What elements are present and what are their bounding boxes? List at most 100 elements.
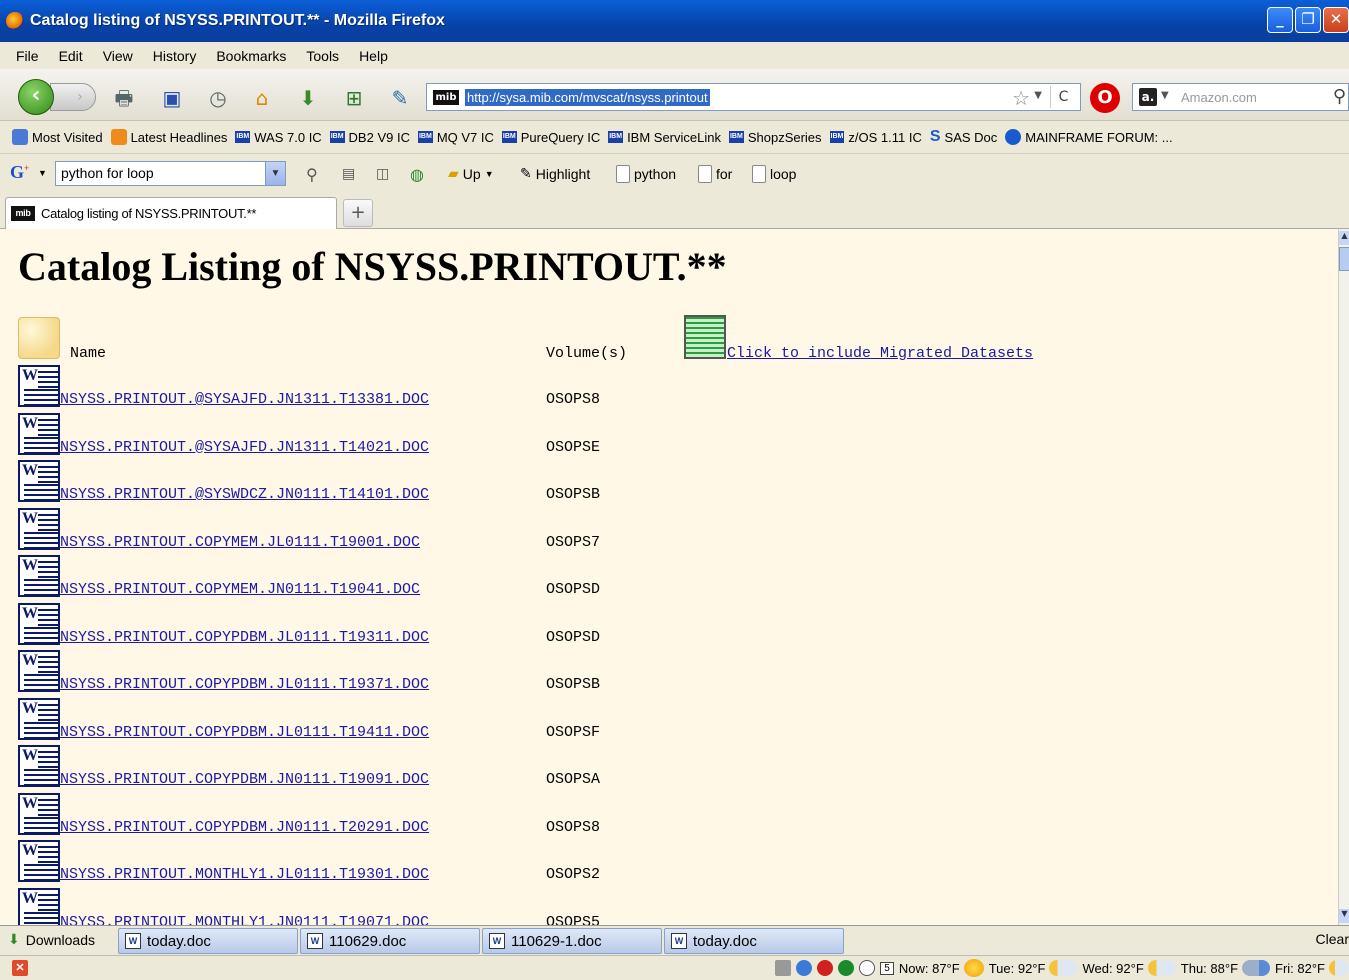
word-document-icon[interactable]: W — [18, 840, 60, 882]
magnifier-icon[interactable]: ⚲ — [306, 165, 318, 185]
menu-view[interactable]: View — [103, 48, 133, 64]
dataset-link[interactable]: NSYSS.PRINTOUT.MONTHLY1.JL0111.T19301.DO… — [60, 866, 429, 883]
forward-button[interactable]: › — [50, 83, 96, 111]
scrollbar-thumb[interactable] — [1339, 247, 1349, 271]
word-document-icon[interactable]: W — [18, 650, 60, 692]
weather-thu[interactable]: Thu: 88°F — [1181, 960, 1271, 976]
bookmark-icon[interactable]: ▣ — [160, 86, 184, 110]
globe-icon[interactable]: ◍ — [410, 165, 424, 185]
term-loop-button[interactable]: loop — [752, 165, 796, 183]
close-downloads-icon[interactable]: ✕ — [12, 960, 28, 976]
home-icon[interactable]: ⌂ — [250, 86, 274, 110]
download-item[interactable]: W today.doc — [118, 928, 298, 954]
addon-icon[interactable] — [775, 960, 792, 976]
word-document-icon[interactable]: W — [18, 460, 60, 502]
bookmark-most-visited[interactable]: Most Visited — [12, 129, 103, 145]
url-bar[interactable]: mib http://sysa.mib.com/mvscat/nsyss.pri… — [426, 83, 1081, 111]
clock-icon[interactable] — [859, 960, 876, 976]
dataset-link[interactable]: NSYSS.PRINTOUT.COPYMEM.JN0111.T19041.DOC — [60, 581, 420, 598]
maximize-button[interactable]: ❐ — [1295, 7, 1321, 33]
word-document-icon[interactable]: W — [18, 365, 60, 407]
minimize-button[interactable]: _ — [1267, 7, 1293, 33]
tab-catalog-listing[interactable]: mib Catalog listing of NSYSS.PRINTOUT.** — [5, 197, 337, 229]
dataset-link[interactable]: NSYSS.PRINTOUT.COPYPDBM.JL0111.T19371.DO… — [60, 676, 429, 693]
google-menu-dropdown-icon[interactable]: ▼ — [38, 168, 47, 178]
back-button[interactable]: ‹ — [18, 79, 54, 115]
word-document-icon[interactable]: W — [18, 555, 60, 597]
new-tab-button[interactable]: + — [343, 199, 373, 227]
highlight-button[interactable]: ✎ Highlight — [520, 165, 590, 182]
opera-icon[interactable]: O — [1090, 83, 1120, 113]
download-item[interactable]: W 110629-1.doc — [482, 928, 662, 954]
reload-icon[interactable]: C — [1050, 86, 1076, 108]
scroll-down-icon[interactable]: ▼ — [1339, 909, 1349, 923]
word-document-icon[interactable]: W — [18, 412, 60, 455]
download-icon[interactable]: ⬇ — [296, 86, 320, 110]
search-bar[interactable]: a. ▼ Amazon.com ⚲ — [1132, 83, 1349, 111]
popup-icon[interactable]: ◫ — [376, 165, 389, 182]
bookmark-latest-headlines[interactable]: Latest Headlines — [110, 129, 227, 145]
dataset-link[interactable]: NSYSS.PRINTOUT.MONTHLY1.JN0111.T19071.DO… — [60, 914, 429, 926]
include-migrated-link[interactable]: Click to include Migrated Datasets — [727, 345, 1033, 362]
clear-downloads-button[interactable]: Clear — [1316, 931, 1349, 947]
bookmark-zos[interactable]: IBM z/OS 1.11 IC — [829, 130, 922, 145]
edit-icon[interactable]: ✎ — [388, 86, 412, 110]
term-python-button[interactable]: python — [616, 165, 676, 183]
up-dropdown-icon[interactable]: ▼ — [485, 169, 494, 179]
term-for-button[interactable]: for — [698, 165, 732, 183]
menu-history[interactable]: History — [153, 48, 197, 64]
menu-help[interactable]: Help — [359, 48, 388, 64]
downloads-button[interactable]: ⬇ Downloads — [8, 931, 95, 948]
new-window-icon[interactable]: ⊞ — [342, 86, 366, 110]
dataset-link[interactable]: NSYSS.PRINTOUT.@SYSWDCZ.JN0111.T14101.DO… — [60, 486, 429, 503]
search-icon[interactable]: ⚲ — [1333, 86, 1346, 107]
url-dropdown-icon[interactable]: ▼ — [1034, 90, 1042, 101]
vertical-scrollbar[interactable]: ▲ ▼ — [1338, 229, 1349, 925]
print-icon[interactable]: 🖶 — [112, 86, 136, 110]
dataset-link[interactable]: NSYSS.PRINTOUT.@SYSAJFD.JN1311.T14021.DO… — [60, 439, 429, 456]
bookmark-purequery[interactable]: IBM PureQuery IC — [501, 130, 600, 145]
word-document-icon[interactable]: W — [18, 887, 60, 925]
google-icon[interactable]: G+ — [10, 162, 29, 183]
sync-icon[interactable] — [796, 960, 813, 976]
status-green-icon[interactable] — [838, 960, 855, 976]
download-item[interactable]: W 110629.doc — [300, 928, 480, 954]
scroll-up-icon[interactable]: ▲ — [1339, 231, 1349, 245]
menu-edit[interactable]: Edit — [59, 48, 83, 64]
dataset-link[interactable]: NSYSS.PRINTOUT.COPYPDBM.JL0111.T19411.DO… — [60, 724, 429, 741]
menu-bookmarks[interactable]: Bookmarks — [216, 48, 286, 64]
star-icon[interactable]: ☆ — [1012, 86, 1030, 110]
bookmark-mq[interactable]: IBM MQ V7 IC — [417, 130, 494, 145]
word-document-icon[interactable]: W — [18, 507, 60, 550]
dataset-link[interactable]: NSYSS.PRINTOUT.COPYPDBM.JN0111.T19091.DO… — [60, 771, 429, 788]
weather-fri[interactable]: Fri: 82°F — [1275, 960, 1349, 976]
word-document-icon[interactable]: W — [18, 792, 60, 835]
dataset-link[interactable]: NSYSS.PRINTOUT.COPYMEM.JL0111.T19001.DOC — [60, 534, 420, 551]
word-document-icon[interactable]: W — [18, 602, 60, 645]
bookmark-db2[interactable]: IBM DB2 V9 IC — [329, 130, 410, 145]
google-search-input[interactable]: python for loop ▼ — [55, 161, 286, 186]
download-item[interactable]: W today.doc — [664, 928, 844, 954]
menu-file[interactable]: File — [16, 48, 39, 64]
dataset-link[interactable]: NSYSS.PRINTOUT.COPYPDBM.JN0111.T20291.DO… — [60, 819, 429, 836]
news-icon[interactable]: ▤ — [342, 165, 355, 182]
bookmark-mainframe-forum[interactable]: MAINFRAME FORUM: ... — [1005, 129, 1173, 145]
weather-now[interactable]: Now: 87°F — [899, 959, 984, 977]
weather-tue[interactable]: Tue: 92°F — [989, 960, 1078, 976]
bookmark-shopzseries[interactable]: IBM ShopzSeries — [728, 130, 822, 145]
url-text[interactable]: http://sysa.mib.com/mvscat/nsyss.printou… — [465, 89, 710, 106]
migrated-datasets-icon[interactable] — [684, 315, 726, 359]
word-document-icon[interactable]: W — [18, 697, 60, 740]
dataset-link[interactable]: NSYSS.PRINTOUT.COPYPDBM.JL0111.T19311.DO… — [60, 629, 429, 646]
calendar-icon[interactable]: 5 — [880, 961, 894, 975]
history-clock-icon[interactable]: ◷ — [206, 86, 230, 110]
menu-tools[interactable]: Tools — [306, 48, 339, 64]
weather-wed[interactable]: Wed: 92°F — [1082, 960, 1176, 976]
up-button[interactable]: ▰ Up ▼ — [448, 165, 494, 182]
close-button[interactable]: ✕ — [1323, 7, 1349, 33]
search-engine-dropdown-icon[interactable]: ▼ — [1161, 90, 1169, 101]
word-document-icon[interactable]: W — [18, 745, 60, 787]
bookmark-sas-doc[interactable]: S SAS Doc — [930, 128, 997, 146]
bookmark-was[interactable]: IBM WAS 7.0 IC — [235, 130, 322, 145]
adblock-icon[interactable] — [817, 960, 834, 976]
